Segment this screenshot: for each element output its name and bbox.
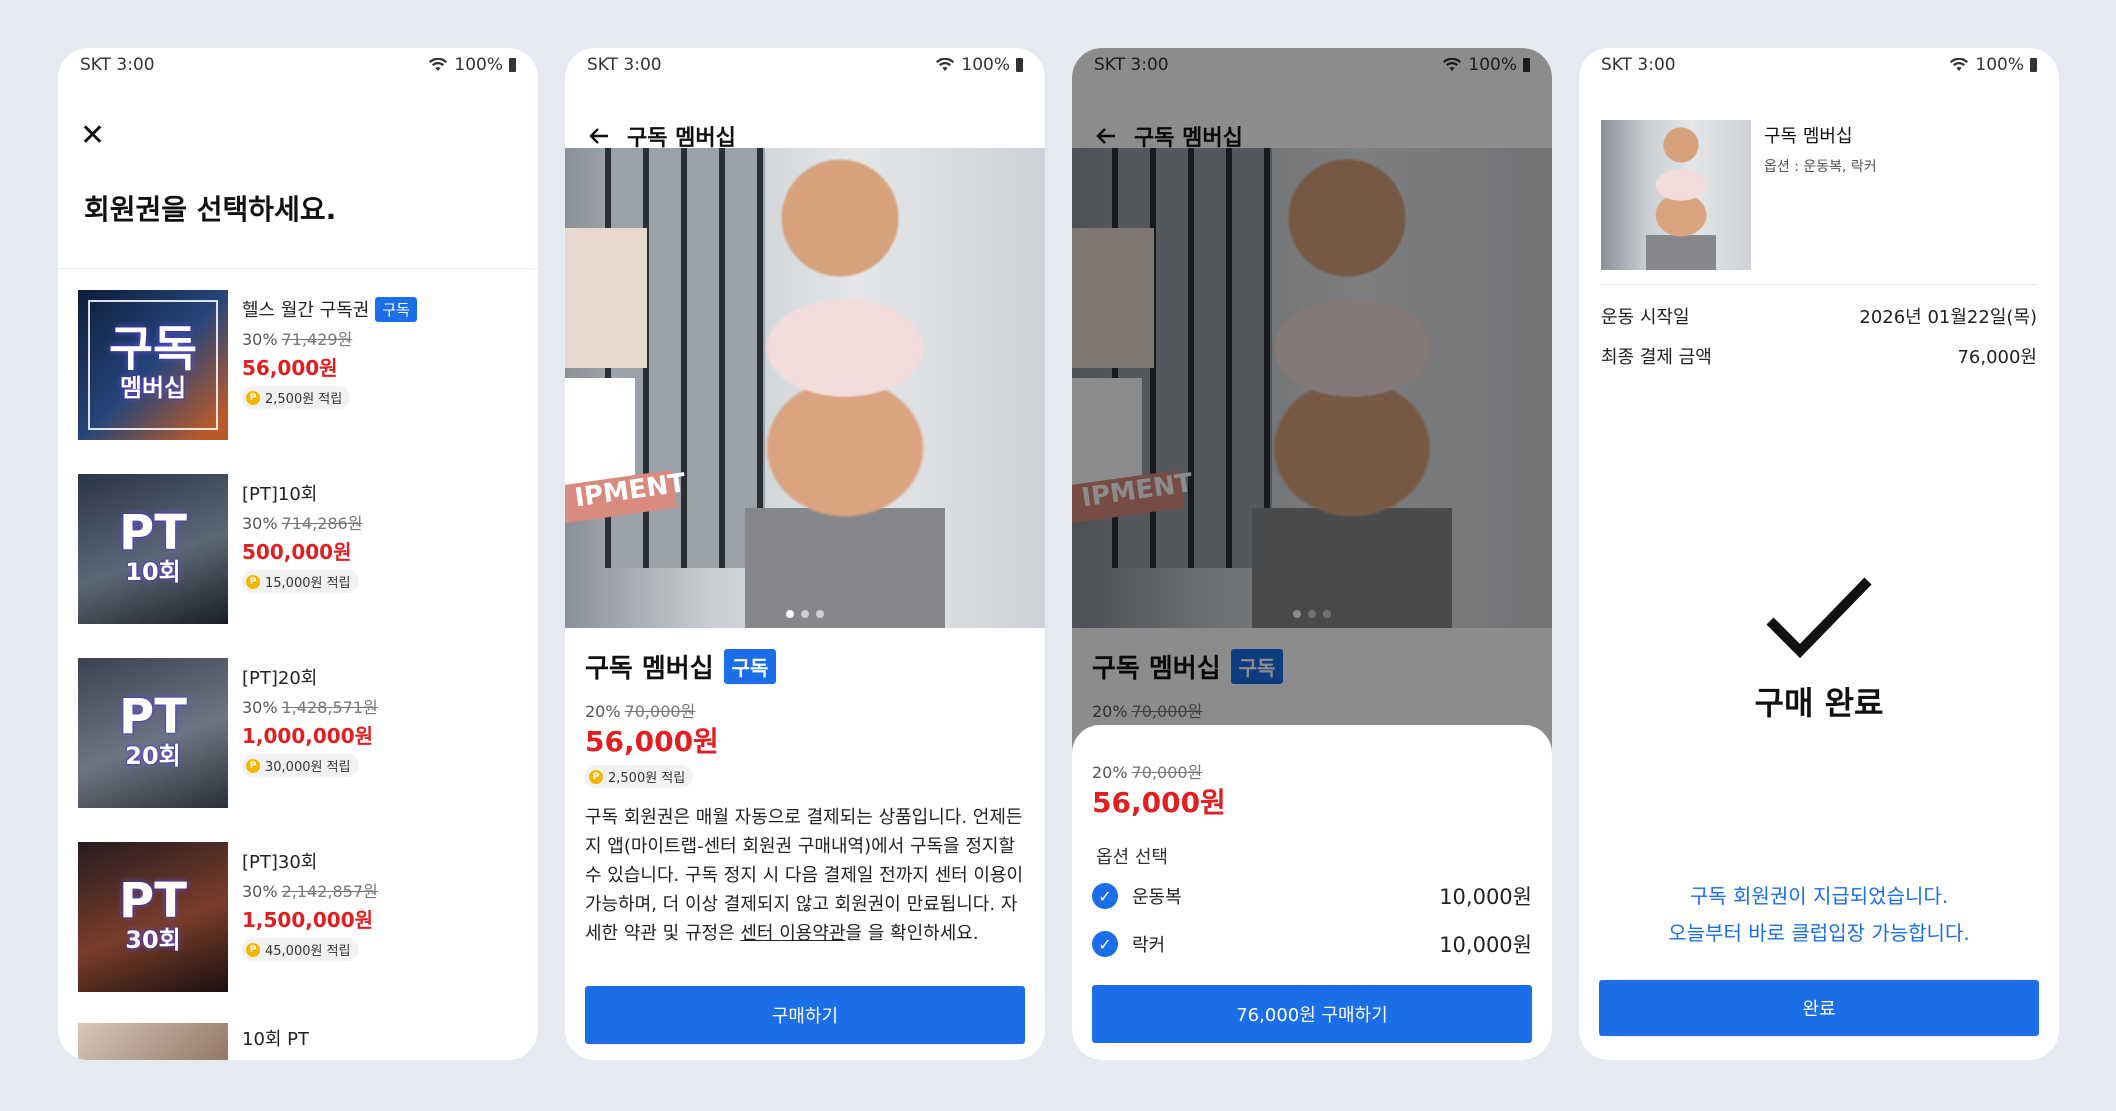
original-price: 70,000원 (624, 702, 696, 721)
point-badge: P 45,000원 적립 (242, 938, 359, 961)
item-thumbnail: PT 10회 (78, 474, 228, 624)
item-name: [PT]30회 (242, 852, 318, 873)
status-bar: SKT 3:00 100% (565, 48, 1045, 82)
coin-icon: P (246, 390, 260, 405)
item-name: 10회 PT (242, 1029, 310, 1050)
option-price: 10,000원 (1439, 885, 1532, 909)
option-summary: 옵션 : 운동복, 락커 (1764, 159, 1877, 175)
checkbox-checked-icon[interactable]: ✓ (1092, 931, 1118, 957)
start-date-row: 운동 시작일 2026년 01월22일(목) (1601, 307, 2037, 328)
battery-icon (2030, 58, 2037, 72)
wifi-icon (936, 58, 955, 71)
battery-percent: 100% (961, 55, 1010, 75)
original-price: 71,429원 (281, 330, 353, 349)
original-price: 2,142,857원 (281, 882, 378, 901)
status-time: SKT 3:00 (80, 55, 155, 75)
status-time: SKT 3:00 (587, 55, 662, 75)
wifi-icon (429, 58, 448, 71)
item-name: [PT]10회 (242, 484, 318, 505)
item-name: [PT]20회 (242, 668, 318, 689)
product-description: 구독 회원권은 매월 자동으로 결제되는 상품입니다. 언제든지 앱(마이트랩-… (585, 807, 1024, 944)
coin-icon: P (246, 942, 260, 957)
total-amount-row: 최종 결제 금액 76,000원 (1601, 347, 2037, 368)
option-name: 운동복 (1132, 887, 1182, 908)
discount-rate: 30% (242, 330, 278, 349)
complete-message: 구독 회원권이 지급되었습니다. 오늘부터 바로 클럽입장 가능합니다. (1668, 884, 1970, 945)
sale-price: 56,000원 (1092, 786, 1226, 819)
option-row[interactable]: ✓ 운동복 10,000원 (1092, 881, 1532, 911)
option-price: 10,000원 (1439, 933, 1532, 957)
discount-rate: 30% (242, 882, 278, 901)
option-label: 옵션 선택 (1096, 847, 1168, 868)
back-arrow-icon[interactable] (587, 124, 611, 148)
status-bar: SKT 3:00 100% (1579, 48, 2059, 82)
original-price: 1,428,571원 (281, 698, 378, 717)
status-bar: SKT 3:00 100% (58, 48, 538, 82)
battery-icon (1016, 58, 1023, 72)
option-row[interactable]: ✓ 락커 10,000원 (1092, 929, 1532, 959)
list-item[interactable]: PT 10회 [PT]10회 30% 714,286원 500,000원 P 15,0… (78, 474, 528, 624)
item-thumbnail: PT 30회 (78, 842, 228, 992)
terms-link[interactable]: 센터 이용약관 (740, 923, 845, 944)
discount-rate: 20% (1092, 763, 1128, 782)
status-time: SKT 3:00 (1601, 55, 1676, 75)
subscription-badge: 구독 (375, 296, 417, 322)
product-thumbnail (1601, 120, 1751, 270)
model-photo (745, 148, 945, 628)
sale-price: 56,000원 (585, 725, 719, 758)
battery-percent: 100% (454, 55, 503, 75)
discount-rate: 30% (242, 698, 278, 717)
divider (58, 268, 538, 269)
page-title: 회원권을 선택하세요. (84, 193, 337, 226)
subscription-badge: 구독 (723, 649, 777, 684)
battery-icon (509, 58, 516, 72)
point-badge: P 30,000원 적립 (242, 754, 359, 777)
screen-membership-list: SKT 3:00 100% ✕ 회원권을 선택하세요. 구독 멤버십 헬스 월간 … (58, 48, 538, 1060)
sale-price: 56,000원 (242, 356, 338, 380)
screen-option-sheet: SKT 3:00 100% 구독 멤버십 IPMENT 구독 멤버십 구독 20%… (1072, 48, 1552, 1060)
product-name: 구독 멤버십 (1764, 126, 1853, 147)
item-thumbnail: PT 20회 (78, 658, 228, 808)
original-price: 70,000원 (1131, 763, 1203, 782)
item-thumbnail: 구독 멤버십 (78, 290, 228, 440)
complete-title: 구매 완료 (1754, 684, 1884, 722)
point-badge: P 2,500원 적립 (585, 765, 694, 788)
screen-purchase-complete: SKT 3:00 100% 구독 멤버십 옵션 : 운동복, 락커 운동 시작일… (1579, 48, 2059, 1060)
wifi-icon (1950, 58, 1969, 71)
checkbox-checked-icon[interactable]: ✓ (1092, 883, 1118, 909)
sale-price: 500,000원 (242, 540, 352, 564)
sale-price: 1,000,000원 (242, 724, 374, 748)
point-badge: P 15,000원 적립 (242, 570, 359, 593)
discount-rate: 20% (585, 702, 621, 721)
item-name: 헬스 월간 구독권 (242, 300, 370, 321)
option-bottom-sheet: 20% 70,000원 56,000원 옵션 선택 ✓ 운동복 10,000원 ✓… (1072, 725, 1552, 1060)
screen-product-detail: SKT 3:00 100% 구독 멤버십 IPMENT 구독 멤버십 구독 20%… (565, 48, 1045, 1060)
checkmark-icon (1766, 577, 1872, 659)
product-image-carousel[interactable]: IPMENT (565, 148, 1045, 628)
confirm-button[interactable]: 완료 (1599, 980, 2039, 1036)
original-price: 714,286원 (281, 514, 363, 533)
product-name: 구독 멤버십 (585, 654, 714, 684)
carousel-dots (786, 610, 824, 618)
list-item[interactable]: PT 30회 [PT]30회 30% 2,142,857원 1,500,000원 P… (78, 842, 528, 992)
option-name: 락커 (1132, 935, 1166, 956)
coin-icon: P (589, 769, 603, 784)
battery-percent: 100% (1975, 55, 2024, 75)
coin-icon: P (246, 574, 260, 589)
sale-price: 1,500,000원 (242, 908, 374, 932)
top-bar: ✕ (80, 116, 516, 156)
buy-button[interactable]: 76,000원 구매하기 (1092, 985, 1532, 1043)
close-icon[interactable]: ✕ (80, 121, 105, 151)
list-item[interactable]: PT 20회 [PT]20회 30% 1,428,571원 1,000,000원 P… (78, 658, 528, 808)
discount-rate: 30% (242, 514, 278, 533)
divider (1601, 284, 2037, 285)
coin-icon: P (246, 758, 260, 773)
item-thumbnail (78, 1023, 228, 1060)
point-badge: P 2,500원 적립 (242, 386, 351, 409)
buy-button[interactable]: 구매하기 (585, 986, 1025, 1044)
list-item[interactable]: 구독 멤버십 헬스 월간 구독권 구독 30% 71,429원 56,000원 P 2,… (78, 290, 528, 440)
